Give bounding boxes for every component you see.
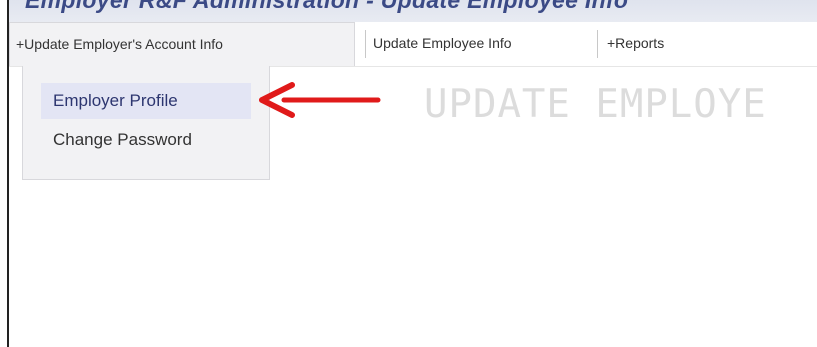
main-menu-bar: +Update Employer's Account Info Update E… — [9, 22, 817, 67]
employer-account-dropdown: Employer Profile Change Password — [22, 66, 270, 180]
menu-reports[interactable]: +Reports — [607, 22, 707, 64]
menu-separator — [597, 30, 598, 58]
menu-separator — [365, 30, 366, 58]
page-title: Employer R&F Administration - Update Emp… — [25, 0, 629, 13]
section-heading: UPDATE EMPLOYE — [424, 82, 767, 127]
menu-update-employer-account-info[interactable]: +Update Employer's Account Info — [9, 22, 355, 66]
dropdown-item-change-password[interactable]: Change Password — [41, 122, 204, 158]
dropdown-item-employer-profile[interactable]: Employer Profile — [41, 83, 251, 119]
menu-update-employee-info[interactable]: Update Employee Info — [373, 22, 593, 64]
red-arrow-annotation-icon — [259, 82, 381, 118]
title-strip: Employer R&F Administration - Update Emp… — [9, 0, 817, 22]
